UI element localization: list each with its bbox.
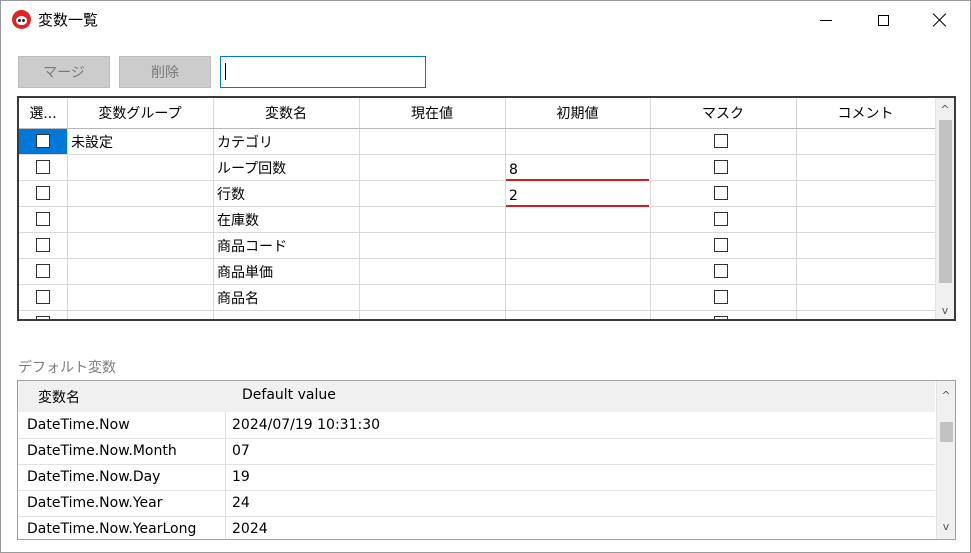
row-divider xyxy=(19,310,936,311)
row-divider xyxy=(19,206,936,207)
mask-checkbox[interactable] xyxy=(714,212,728,226)
cell-group[interactable]: 未設定 xyxy=(67,129,113,154)
app-logo-icon xyxy=(12,10,31,29)
list-vertical-scrollbar[interactable]: ^ v xyxy=(936,381,955,539)
default-var-value: 2024 xyxy=(232,521,268,537)
cell-name[interactable]: 行数 xyxy=(213,181,245,206)
merge-button[interactable]: マージ xyxy=(18,56,110,88)
list-item[interactable]: DateTime.Now.Day 19 xyxy=(18,466,935,491)
grid-vertical-scrollbar[interactable]: ^ v xyxy=(935,98,954,319)
list-item[interactable]: DateTime.Now 2024/07/19 10:31:30 xyxy=(18,414,935,439)
cell-initial[interactable] xyxy=(505,129,509,154)
cell-name[interactable]: カテゴリ xyxy=(213,129,273,154)
default-variables-label: デフォルト変数 xyxy=(18,360,116,376)
mask-checkbox[interactable] xyxy=(714,316,728,319)
header-divider xyxy=(19,128,936,129)
minimize-icon xyxy=(820,19,832,21)
row-checkbox[interactable] xyxy=(36,316,50,319)
header-variable-name[interactable]: 変数名 xyxy=(38,387,80,407)
cell-name[interactable]: 商品単価 xyxy=(213,259,273,284)
default-var-name: DateTime.Now.Year xyxy=(27,495,163,511)
header-current[interactable]: 現在値 xyxy=(359,98,505,128)
search-input[interactable] xyxy=(220,56,426,88)
delete-button[interactable]: 削除 xyxy=(119,56,211,88)
mask-checkbox[interactable] xyxy=(714,186,728,200)
grid-column xyxy=(796,98,936,319)
default-var-value: 24 xyxy=(232,495,250,511)
row-divider xyxy=(19,180,936,181)
row-divider xyxy=(19,258,936,259)
mask-checkbox[interactable] xyxy=(714,238,728,252)
mask-checkbox[interactable] xyxy=(714,160,728,174)
default-var-name: DateTime.Now xyxy=(27,417,130,433)
header-name[interactable]: 変数名 xyxy=(213,98,359,128)
row-divider xyxy=(19,232,936,233)
validation-underline xyxy=(506,179,649,181)
scroll-up-icon[interactable]: ^ xyxy=(936,100,954,118)
default-var-name: DateTime.Now.YearLong xyxy=(27,521,197,537)
row-checkbox[interactable] xyxy=(36,264,50,278)
maximize-icon xyxy=(877,14,889,26)
close-icon xyxy=(933,13,947,27)
header-default-value[interactable]: Default value xyxy=(242,387,336,403)
default-var-name: DateTime.Now.Day xyxy=(27,469,161,485)
cell-name[interactable]: 商品名 xyxy=(213,285,259,310)
default-var-value: 2024/07/19 10:31:30 xyxy=(232,417,381,433)
list-item[interactable]: DateTime.Now.YearLong 2024 xyxy=(18,518,935,539)
row-checkbox[interactable] xyxy=(36,238,50,252)
minimize-button[interactable] xyxy=(797,1,855,39)
row-checkbox[interactable] xyxy=(36,160,50,174)
mask-checkbox[interactable] xyxy=(714,264,728,278)
row-checkbox[interactable] xyxy=(36,186,50,200)
scroll-thumb[interactable] xyxy=(940,422,953,442)
text-caret xyxy=(225,63,226,80)
header-group[interactable]: 変数グループ xyxy=(67,98,213,128)
window-title: 変数一覧 xyxy=(38,11,99,29)
scroll-down-icon[interactable]: v xyxy=(937,517,955,535)
variables-window: 変数一覧 マージ 削除 選... 変数グループ 変数名 現在値 初期値 マスク … xyxy=(0,0,971,553)
cell-name[interactable]: ループ回数 xyxy=(213,155,286,180)
default-var-value: 19 xyxy=(232,469,250,485)
scroll-thumb[interactable] xyxy=(939,120,952,283)
validation-underline xyxy=(506,205,649,207)
list-item[interactable]: DateTime.Now.Month 07 xyxy=(18,440,935,465)
cell-name[interactable]: 商品コード xyxy=(213,233,287,258)
mask-checkbox[interactable] xyxy=(714,134,728,148)
default-var-name: DateTime.Now.Month xyxy=(27,443,177,459)
grid-column xyxy=(505,98,651,319)
grid-column xyxy=(359,98,506,319)
row-divider xyxy=(19,284,936,285)
scroll-up-icon[interactable]: ^ xyxy=(937,386,955,404)
grid-column xyxy=(650,98,797,319)
default-var-value: 07 xyxy=(232,443,250,459)
list-item[interactable]: DateTime.Now.Year 24 xyxy=(18,492,935,517)
default-variables-list[interactable]: 変数名 Default value DateTime.Now 2024/07/1… xyxy=(17,380,956,540)
header-mask[interactable]: マスク xyxy=(650,98,796,128)
scroll-down-icon[interactable]: v xyxy=(936,301,954,319)
header-initial[interactable]: 初期値 xyxy=(505,98,650,128)
mask-checkbox[interactable] xyxy=(714,290,728,304)
row-divider xyxy=(19,154,936,155)
close-button[interactable] xyxy=(911,1,969,39)
row-checkbox[interactable] xyxy=(36,290,50,304)
maximize-button[interactable] xyxy=(854,1,912,39)
row-checkbox[interactable] xyxy=(36,134,50,148)
header-comment[interactable]: コメント xyxy=(796,98,935,128)
cell-name[interactable]: 在庫数 xyxy=(213,207,259,232)
row-checkbox[interactable] xyxy=(36,212,50,226)
variables-grid[interactable]: 選... 変数グループ 変数名 現在値 初期値 マスク コメント 未設定 カテゴ… xyxy=(17,96,956,321)
title-bar[interactable]: 変数一覧 xyxy=(1,1,970,39)
default-variables-header: 変数名 Default value xyxy=(18,381,935,412)
header-select[interactable]: 選... xyxy=(19,98,67,128)
